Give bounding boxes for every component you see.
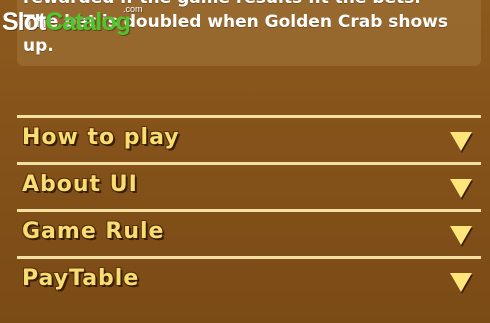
expand-triangle-icon[interactable] [450,179,472,198]
description-line-3: up. [23,36,54,56]
watermark-slot: Slot [2,8,46,36]
menu-item-label: Game Rule [22,219,165,244]
description-line-1: rewarded if the game results fit the bet… [23,0,421,8]
watermark-com: .com [123,4,143,14]
menu-item-about-ui[interactable]: About UI [17,162,481,209]
slotcatalog-watermark: SlotCatalog .com [2,4,143,37]
menu-item-game-rule[interactable]: Game Rule [17,209,481,256]
menu-item-paytable[interactable]: PayTable [17,256,481,303]
menu-item-label: About UI [22,172,138,197]
expand-triangle-icon[interactable] [450,132,472,151]
menu-item-label: How to play [22,125,180,150]
menu-item-how-to-play[interactable]: How to play [17,115,481,162]
menu-item-label: PayTable [22,266,140,291]
expand-triangle-icon[interactable] [450,226,472,245]
expand-triangle-icon[interactable] [450,273,472,292]
help-menu: How to play About UI Game Rule PayTable [17,115,481,303]
watermark-catalog: Catalog [45,8,131,36]
